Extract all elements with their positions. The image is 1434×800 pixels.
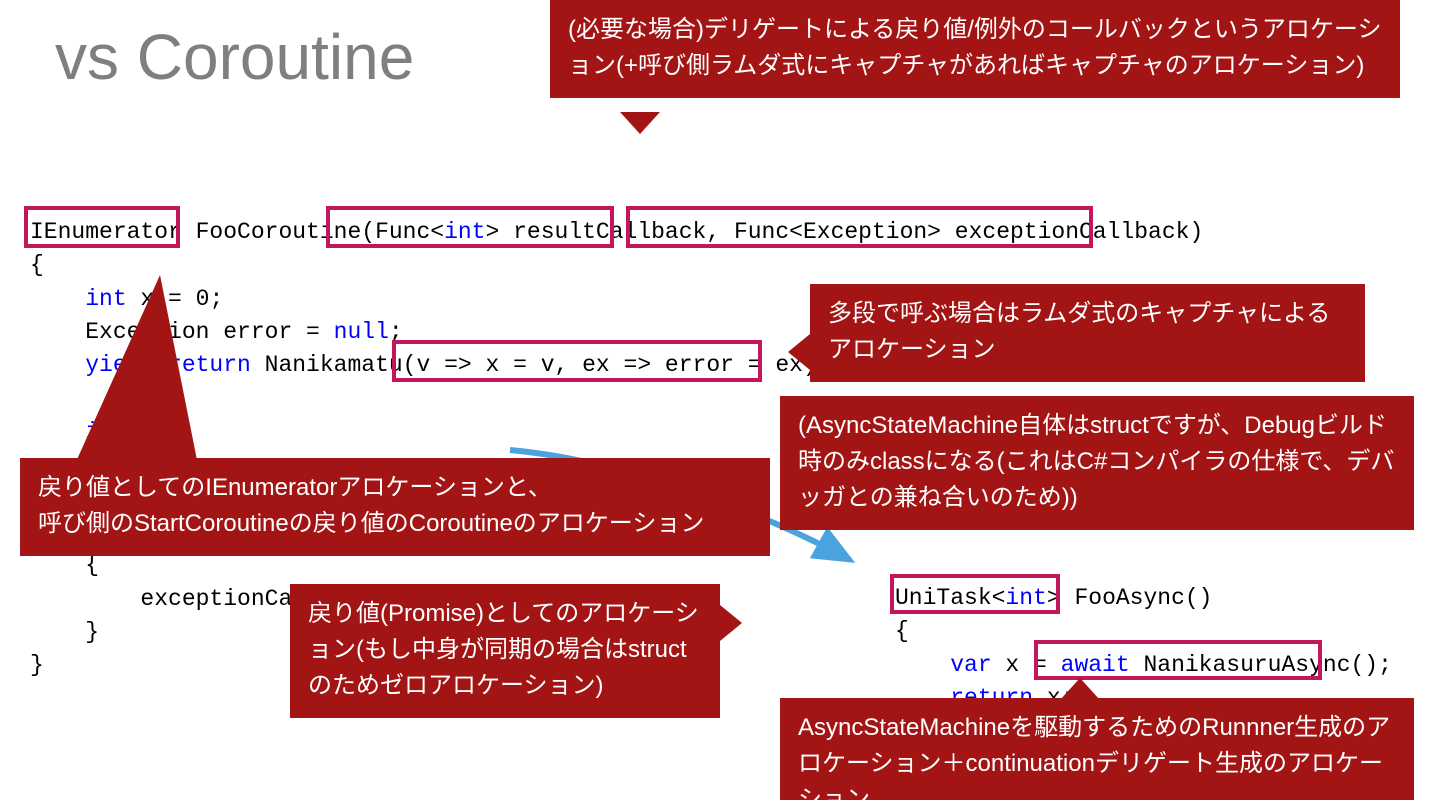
code-token: Nanikamatu( (251, 352, 417, 378)
code-token: IEnumerator (30, 219, 182, 245)
code-keyword: int (444, 219, 485, 245)
callout6-pointer-icon (1060, 678, 1100, 700)
callout-delegate-allocation: (必要な場合)デリゲートによる戻り値/例外のコールバックというアロケーション(+… (550, 0, 1400, 98)
callout-runner-allocation: AsyncStateMachineを駆動するためのRunnner生成のアロケーシ… (780, 698, 1414, 800)
callout2-pointer-icon (788, 334, 810, 370)
code-keyword: var (895, 652, 992, 678)
code-token: ; (1378, 652, 1392, 678)
code-token: } (30, 652, 44, 678)
code-token: } (30, 619, 99, 645)
code-token: x = (992, 652, 1061, 678)
code-token: NanikasuruAsync() (1130, 652, 1378, 678)
code-token: FooCoroutine( (182, 219, 375, 245)
callout-asyncstatemachine-note: (AsyncStateMachine自体はstructですが、Debugビルド時… (780, 396, 1414, 530)
callout-promise-allocation: 戻り値(Promise)としてのアロケーション(もし中身が同期の場合はstruc… (290, 584, 720, 718)
code-token: { (30, 552, 99, 578)
code-keyword: null (334, 319, 389, 345)
callout-ienumerator-allocation: 戻り値としてのIEnumeratorアロケーションと、 呼び側のStartCor… (20, 458, 770, 556)
callout1-pointer-icon (620, 112, 660, 134)
code-token: , (706, 219, 734, 245)
code-token: { (30, 252, 44, 278)
code-keyword: await (1061, 652, 1130, 678)
code-token: > resultCallback (486, 219, 707, 245)
callout5-pointer-icon (720, 605, 742, 641)
code-token: exceptionCall (30, 586, 320, 612)
code-token: v => x = v, ex => error = ex); (416, 352, 830, 378)
code-token: ) (1189, 219, 1203, 245)
callout4-pointer-icon (70, 275, 200, 475)
code-token: Func<Exception> exceptionCallback (734, 219, 1189, 245)
slide: vs Coroutine (必要な場合)デリゲートによる戻り値/例外のコールバッ… (0, 0, 1434, 800)
code-token: > (1047, 585, 1061, 611)
code-token: { (895, 618, 909, 644)
slide-title: vs Coroutine (55, 20, 414, 94)
code-token: ; (389, 319, 403, 345)
code-async: UniTask<int> FooAsync() { var x = await … (895, 582, 1392, 715)
code-keyword: int (1005, 585, 1046, 611)
code-token: FooAsync() (1061, 585, 1213, 611)
callout-lambda-capture: 多段で呼ぶ場合はラムダ式のキャプチャによるアロケーション (810, 284, 1365, 382)
code-token: UniTask< (895, 585, 1005, 611)
code-token: Func< (375, 219, 444, 245)
